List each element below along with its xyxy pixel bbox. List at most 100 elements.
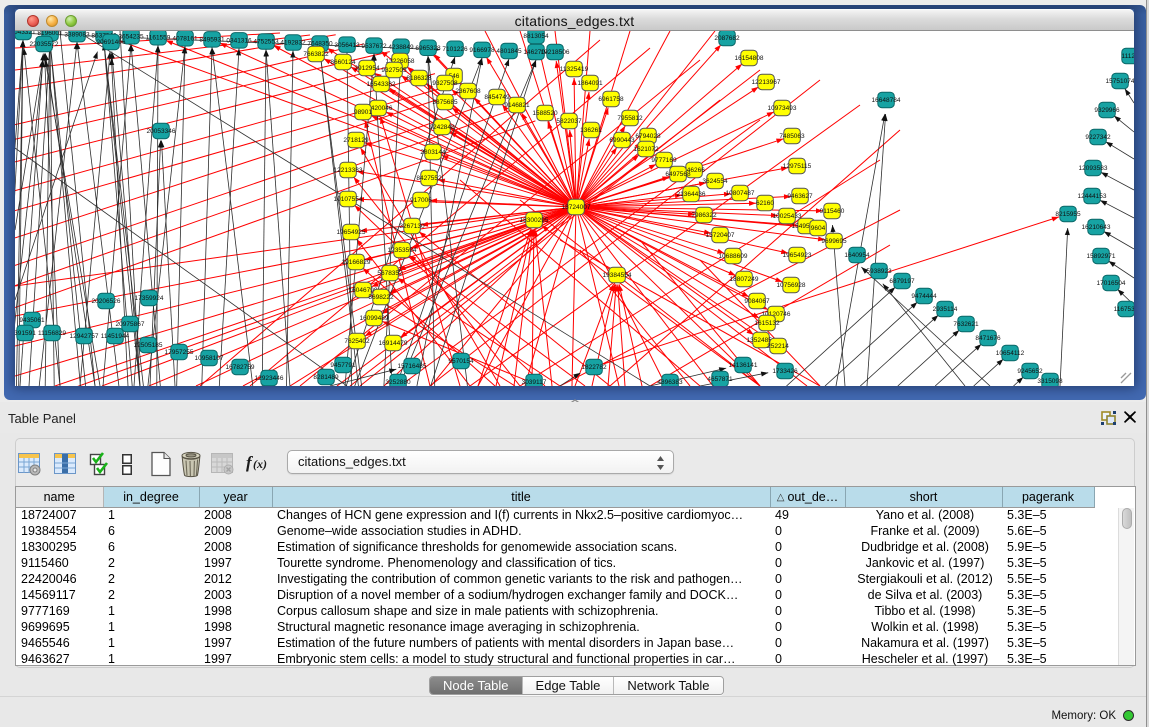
- svg-text:2935114: 2935114: [933, 306, 958, 313]
- svg-text:20691406: 20691406: [97, 39, 126, 46]
- svg-text:6990443: 6990443: [609, 137, 635, 144]
- svg-text:1822782: 1822782: [581, 364, 607, 371]
- svg-text:98901: 98901: [354, 109, 372, 116]
- svg-text:62160: 62160: [756, 200, 774, 207]
- svg-text:1588520: 1588520: [532, 110, 558, 117]
- svg-text:5678352: 5678352: [377, 270, 403, 277]
- svg-text:1161559: 1161559: [146, 34, 171, 41]
- svg-text:12444153: 12444153: [1078, 193, 1107, 200]
- svg-text:9242848: 9242848: [429, 124, 455, 131]
- svg-text:10107554: 10107554: [334, 196, 363, 203]
- svg-text:2803144: 2803144: [420, 149, 446, 156]
- svg-text:3267130: 3267130: [399, 223, 425, 230]
- svg-text:7625402: 7625402: [344, 338, 370, 345]
- svg-text:9537672: 9537672: [361, 43, 387, 50]
- svg-text:4752553: 4752553: [253, 39, 279, 46]
- svg-text:917006: 917006: [410, 197, 432, 204]
- svg-text:15720407: 15720407: [706, 232, 735, 239]
- svg-text:20053346: 20053346: [147, 128, 176, 135]
- svg-text:7663822: 7663822: [303, 51, 329, 58]
- svg-text:16648784: 16648784: [872, 97, 901, 104]
- svg-text:10025433: 10025433: [773, 213, 802, 220]
- svg-text:11451944: 11451944: [101, 333, 130, 340]
- svg-text:6879197: 6879197: [889, 278, 915, 285]
- svg-text:8495931: 8495931: [199, 37, 225, 44]
- svg-text:21364436: 21364436: [677, 191, 706, 198]
- svg-text:9245652: 9245652: [1017, 368, 1043, 375]
- svg-text:136261: 136261: [580, 127, 602, 134]
- svg-text:11123: 11123: [1121, 53, 1134, 60]
- svg-text:20975867: 20975867: [116, 321, 145, 328]
- svg-text:18807249: 18807249: [730, 276, 759, 283]
- svg-text:10973493: 10973493: [768, 105, 797, 112]
- svg-text:10654112: 10654112: [996, 350, 1025, 357]
- svg-text:3039117: 3039117: [522, 379, 547, 386]
- svg-text:11325419: 11325419: [560, 66, 589, 73]
- svg-text:9329966: 9329966: [1094, 107, 1120, 114]
- svg-text:17016504: 17016504: [1097, 280, 1126, 287]
- svg-text:4801845: 4801845: [496, 48, 522, 55]
- svg-text:8186328: 8186328: [406, 75, 432, 82]
- svg-text:19166829: 19166829: [342, 259, 371, 266]
- svg-text:9115460: 9115460: [820, 208, 845, 215]
- svg-text:1621072: 1621072: [633, 146, 659, 153]
- svg-text:4896383: 4896383: [657, 379, 683, 386]
- svg-text:12213383: 12213383: [334, 167, 363, 174]
- svg-text:10807487: 10807487: [726, 190, 755, 197]
- svg-text:9084067: 9084067: [744, 298, 770, 305]
- svg-text:1043321: 1043321: [15, 31, 36, 36]
- svg-text:12505185: 12505185: [134, 342, 163, 349]
- svg-text:12353594: 12353594: [388, 247, 417, 254]
- svg-text:7986322: 7986322: [691, 212, 717, 219]
- svg-text:4192832: 4192832: [280, 40, 306, 47]
- svg-text:7632621: 7632621: [953, 321, 979, 328]
- svg-text:3056413: 3056413: [334, 42, 360, 49]
- svg-text:14136141: 14136141: [729, 362, 758, 369]
- svg-text:252214: 252214: [767, 343, 789, 350]
- svg-text:9463627: 9463627: [787, 193, 813, 200]
- svg-text:16099489: 16099489: [360, 315, 389, 322]
- svg-text:17359924: 17359924: [135, 295, 164, 302]
- svg-text:10958107: 10958107: [195, 355, 224, 362]
- svg-text:8427552: 8427552: [416, 175, 442, 182]
- svg-text:15751074: 15751074: [1106, 78, 1134, 85]
- svg-text:8471676: 8471676: [975, 335, 1001, 342]
- svg-text:16210643: 16210643: [1082, 224, 1111, 231]
- svg-text:9699695: 9699695: [821, 238, 847, 245]
- svg-text:3875685: 3875685: [432, 99, 458, 106]
- svg-text:4238849: 4238849: [388, 44, 414, 51]
- svg-text:2087682: 2087682: [714, 35, 740, 42]
- svg-text:12923446: 12923446: [255, 375, 284, 382]
- svg-text:10756928: 10756928: [777, 282, 806, 289]
- svg-text:19384554: 19384554: [603, 272, 632, 279]
- svg-text:8813054: 8813054: [523, 33, 549, 40]
- svg-text:16782759: 16782759: [226, 364, 255, 371]
- svg-text:9435061: 9435061: [19, 317, 45, 324]
- svg-text:6497568: 6497568: [665, 171, 691, 178]
- svg-text:19654925: 19654925: [337, 229, 366, 236]
- svg-text:5938923: 5938923: [866, 268, 892, 275]
- svg-text:17957255: 17957255: [165, 349, 194, 356]
- svg-text:9474444: 9474444: [911, 293, 937, 300]
- svg-text:7485063: 7485063: [779, 133, 805, 140]
- svg-text:7955812: 7955812: [617, 115, 643, 122]
- svg-text:19218506: 19218506: [541, 49, 570, 56]
- svg-text:8660124: 8660124: [330, 59, 356, 66]
- svg-text:0341316: 0341316: [226, 38, 252, 45]
- svg-text:8215955: 8215955: [1055, 211, 1081, 218]
- svg-text:9604: 9604: [811, 225, 826, 232]
- svg-text:6965328: 6965328: [415, 45, 441, 52]
- svg-text:9570154: 9570154: [448, 358, 474, 365]
- svg-text:18724007: 18724007: [562, 204, 591, 211]
- svg-text:9327505: 9327505: [381, 67, 407, 74]
- svg-text:2367608: 2367608: [455, 88, 481, 95]
- svg-text:9457791: 9457791: [330, 362, 356, 369]
- svg-text:9777169: 9777169: [651, 157, 677, 164]
- svg-text:10688609: 10688609: [719, 253, 748, 260]
- svg-text:16914479: 16914479: [379, 340, 408, 347]
- svg-text:7101226: 7101226: [442, 46, 468, 53]
- svg-text:3252880: 3252880: [385, 379, 411, 386]
- svg-text:12942757: 12942757: [70, 333, 99, 340]
- svg-text:9227342: 9227342: [1085, 134, 1111, 141]
- svg-text:3389083: 3389083: [64, 31, 90, 38]
